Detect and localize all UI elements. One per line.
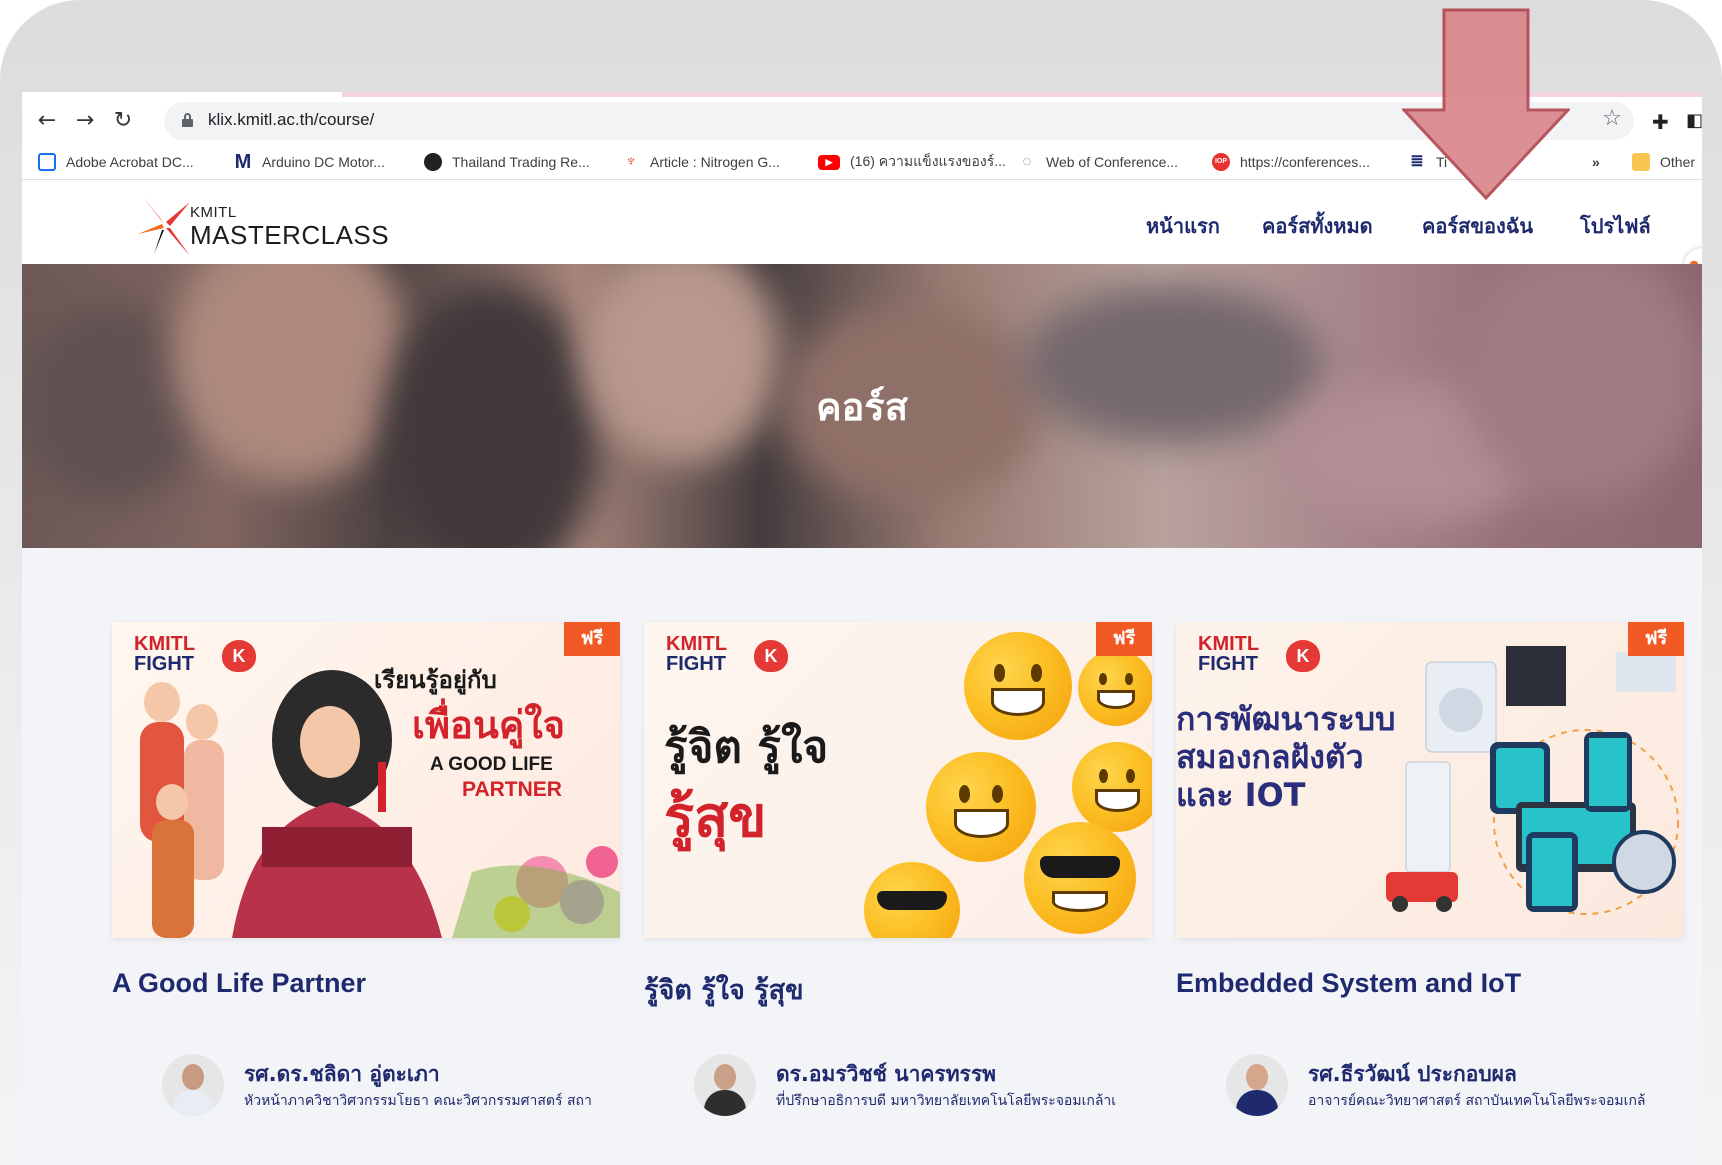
extensions-icon[interactable]: ✚ [1652,110,1669,134]
avatar [694,1054,756,1116]
screenshot-frame: ← → ↻ klix.kmitl.ac.th/course/ ☆ ✚ ◧ Ado… [0,0,1722,1165]
course-card[interactable]: KMITL FIGHT K เรียนรู้อยู่กับ เพื่อนคู่ใ… [112,622,620,1116]
avatar [1226,1054,1288,1116]
bookmark-item[interactable]: Thailand Trading Re... [424,150,590,174]
sunglasses-emoji-icon [1024,822,1136,934]
course-list: KMITL FIGHT K เรียนรู้อยู่กับ เพื่อนคู่ใ… [22,548,1702,1165]
course-title[interactable]: A Good Life Partner [112,968,366,999]
course-thumbnail[interactable]: KMITL FIGHT K การพัฒนาระบบ สมองกลฝังตัว … [1176,622,1684,938]
wave-icon: ◌ [1022,153,1032,170]
bookmark-item[interactable]: ▶ (16) ความแข็งแรงของร์... [818,150,1006,174]
heart-icon: K [754,640,788,672]
bookmark-item[interactable]: ◌ Web of Conference... [1018,150,1179,174]
bookmark-star-icon[interactable]: ☆ [1602,106,1622,131]
reload-icon[interactable]: ↻ [108,106,138,136]
instructor-role: อาจารย์คณะวิทยาศาสตร์ สถาบันเทคโนโลยีพระ… [1308,1093,1646,1109]
kmitl-fight-logo: KMITL FIGHT K [666,634,788,674]
instructor: รศ.ธีรวัฒน์ ประกอบผล อาจารย์คณะวิทยาศาสต… [1226,1054,1686,1118]
course-thumbnail[interactable]: KMITL FIGHT K รู้จิต รู้ใจ รู้สุข ฟรี [644,622,1152,938]
bookmark-item[interactable]: Adobe Acrobat DC... [38,150,194,174]
bookmark-label: Adobe Acrobat DC... [66,154,194,170]
hero-banner: คอร์ส [22,264,1702,548]
bookmark-label: Article : Nitrogen G... [650,154,780,170]
instructor-name: รศ.ดร.ชลิดา อู่ตะเภา [244,1062,440,1086]
smile-emoji-icon [1072,742,1152,832]
course-card[interactable]: KMITL FIGHT K การพัฒนาระบบ สมองกลฝังตัว … [1176,622,1684,1116]
youtube-icon: ▶ [818,154,840,170]
sunglasses-emoji-icon [864,862,960,938]
instructor-role: หัวหน้าภาควิชาวิศวกรรมโยธา คณะวิศวกรรมศา… [244,1093,592,1109]
bookmark-label: https://conferences... [1240,154,1370,170]
laughing-emoji-icon [964,632,1072,740]
nav-my-courses[interactable]: คอร์สของฉัน [1422,210,1533,242]
instructor: ดร.อมรวิชช์ นาครทรรพ ที่ปรึกษาอธิการบดี … [694,1054,1154,1118]
illustration-people [140,670,620,938]
url-text: klix.kmitl.ac.th/course/ [208,110,375,129]
browser-window: ← → ↻ klix.kmitl.ac.th/course/ ☆ ✚ ◧ Ado… [22,92,1702,1165]
iop-icon: IOP [1212,153,1230,171]
nav-home[interactable]: หน้าแรก [1146,210,1220,242]
nav-all-courses[interactable]: คอร์สทั้งหมด [1262,210,1373,242]
instructor-role: ที่ปรึกษาอธิการบดี มหาวิทยาลัยเทคโนโลยีพ… [776,1093,1117,1109]
down-arrow-annotation-icon [1402,8,1570,200]
bookmark-item[interactable]: M Arduino DC Motor... [234,150,385,174]
folder-icon [1632,153,1650,171]
instructor-name: ดร.อมรวิชช์ นาครทรรพ [776,1062,996,1086]
course-title[interactable]: รู้จิต รู้ใจ รู้สุข [644,968,804,1011]
bookmark-folder-other[interactable]: Other [1632,150,1695,174]
bookmark-label: Arduino DC Motor... [262,154,385,170]
free-badge: ฟรี [564,622,620,656]
bookmark-label: (16) ความแข็งแรงของร์... [850,153,1006,169]
site-logo[interactable]: KMITL MASTERCLASS [138,194,389,256]
bookmark-label: Web of Conference... [1046,154,1179,170]
nav-profile[interactable]: โปรไฟล์ [1580,210,1651,242]
bookmark-label: Thailand Trading Re... [452,154,590,170]
logo-masterclass-text: MASTERCLASS [190,220,390,250]
free-badge: ฟรี [1628,622,1684,656]
course-thumbnail[interactable]: KMITL FIGHT K เรียนรู้อยู่กับ เพื่อนคู่ใ… [112,622,620,938]
back-icon[interactable]: ← [32,106,62,136]
tower-icon: ♆ [625,153,637,170]
lock-icon [182,113,193,127]
instructor-name: รศ.ธีรวัฒน์ ประกอบผล [1308,1062,1517,1086]
page-title: คอร์ส [816,385,908,429]
course-title[interactable]: Embedded System and IoT [1176,968,1521,999]
forward-icon[interactable]: → [70,106,100,136]
logo-kmitl-text: KMITL [190,204,237,221]
globe-icon [424,153,442,171]
instructor: รศ.ดร.ชลิดา อู่ตะเภา หัวหน้าภาควิชาวิศวก… [162,1054,622,1118]
course-card[interactable]: KMITL FIGHT K รู้จิต รู้ใจ รู้สุข ฟรี รู… [644,622,1152,1116]
smile-emoji-icon [926,752,1036,862]
bookmark-item[interactable]: IOP https://conferences... [1212,150,1370,174]
thumb-text: รู้สุข [664,785,767,850]
gmail-icon: M [234,151,252,173]
kmitl-star-icon [138,196,190,256]
more-bookmarks-button[interactable]: » [1592,150,1600,174]
illustration-iot-devices [1386,646,1679,915]
side-panel-icon[interactable]: ◧ [1686,110,1702,131]
acrobat-icon [38,153,56,171]
bookmark-label: Other [1660,154,1696,170]
laughing-emoji-icon [1078,650,1152,726]
bookmark-item[interactable]: ♆ Article : Nitrogen G... [622,150,780,174]
free-badge: ฟรี [1096,622,1152,656]
avatar [162,1054,224,1116]
